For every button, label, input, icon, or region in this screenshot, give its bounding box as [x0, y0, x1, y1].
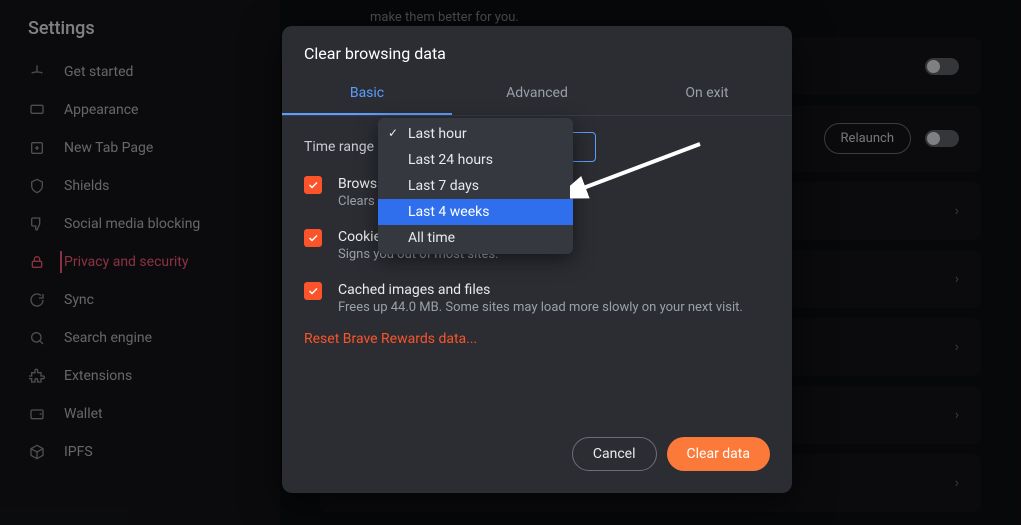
dropdown-item-last-7d[interactable]: Last 7 days	[378, 173, 573, 199]
checkbox-checked-icon[interactable]	[304, 282, 322, 300]
option-title: Cached images and files	[338, 282, 770, 298]
option-cache[interactable]: Cached images and files Frees up 44.0 MB…	[304, 272, 770, 325]
time-range-dropdown: Last hour Last 24 hours Last 7 days Last…	[378, 118, 573, 254]
tab-on-exit[interactable]: On exit	[622, 75, 792, 115]
clear-data-modal: Clear browsing data Basic Advanced On ex…	[282, 26, 792, 493]
checkbox-checked-icon[interactable]	[304, 176, 322, 194]
time-range-label: Time range	[304, 139, 374, 155]
checkbox-checked-icon[interactable]	[304, 229, 322, 247]
tab-advanced[interactable]: Advanced	[452, 75, 622, 115]
option-sub: Frees up 44.0 MB. Some sites may load mo…	[338, 300, 770, 315]
dropdown-item-last-4w[interactable]: Last 4 weeks	[378, 199, 573, 225]
dropdown-item-last-24h[interactable]: Last 24 hours	[378, 147, 573, 173]
cancel-button[interactable]: Cancel	[572, 437, 657, 471]
dropdown-item-all-time[interactable]: All time	[378, 225, 573, 251]
tab-basic[interactable]: Basic	[282, 75, 452, 115]
dropdown-item-last-hour[interactable]: Last hour	[378, 121, 573, 147]
modal-tabs: Basic Advanced On exit	[282, 75, 792, 116]
clear-data-button[interactable]: Clear data	[667, 437, 770, 471]
reset-rewards-link[interactable]: Reset Brave Rewards data...	[304, 325, 770, 353]
modal-title: Clear browsing data	[282, 26, 792, 75]
